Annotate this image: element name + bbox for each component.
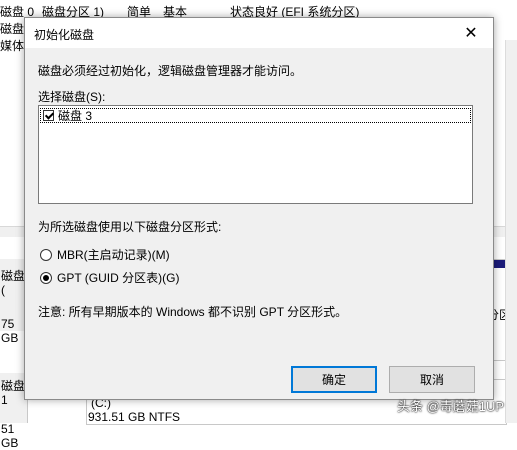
gpt-radio[interactable]	[40, 271, 52, 284]
watermark-text: 头条 @毒蘑菇1UP	[397, 399, 505, 414]
cancel-button[interactable]: 取消	[389, 366, 475, 393]
compatibility-note: 注意: 所有早期版本的 Windows 都不识别 GPT 分区形式。	[38, 305, 348, 319]
disk-list-item[interactable]: 磁盘 3	[40, 108, 471, 123]
close-button[interactable]: ✕	[449, 18, 493, 48]
vertical-scrollbar[interactable]	[505, 40, 517, 423]
ok-button[interactable]: 确定	[291, 366, 377, 393]
disk-size: 51 GB	[1, 422, 19, 450]
disk-listbox[interactable]: 磁盘 3	[38, 105, 473, 204]
gpt-label: GPT (GUID 分区表)(G)	[57, 271, 180, 285]
mbr-radio[interactable]	[40, 248, 52, 261]
partition-info: 931.51 GB NTFS	[88, 410, 181, 424]
close-icon: ✕	[464, 25, 478, 42]
mbr-label: MBR(主启动记录)(M)	[57, 248, 170, 262]
dialog-description: 磁盘必须经过初始化，逻辑磁盘管理器才能访问。	[38, 64, 303, 78]
disk-checkbox[interactable]	[43, 110, 54, 121]
dialog-title: 初始化磁盘	[34, 28, 95, 42]
disk-item-label: 磁盘 3	[58, 109, 93, 123]
dialog-titlebar[interactable]: 初始化磁盘 ✕	[25, 18, 493, 48]
mbr-option[interactable]: MBR(主启动记录)(M)	[40, 246, 170, 263]
partition-style-label: 为所选磁盘使用以下磁盘分区形式:	[38, 220, 222, 234]
gpt-option[interactable]: GPT (GUID 分区表)(G)	[40, 269, 179, 286]
initialize-disk-dialog: 初始化磁盘 ✕ 磁盘必须经过初始化，逻辑磁盘管理器才能访问。 选择磁盘(S): …	[24, 17, 494, 400]
select-disk-label: 选择磁盘(S):	[38, 90, 106, 104]
